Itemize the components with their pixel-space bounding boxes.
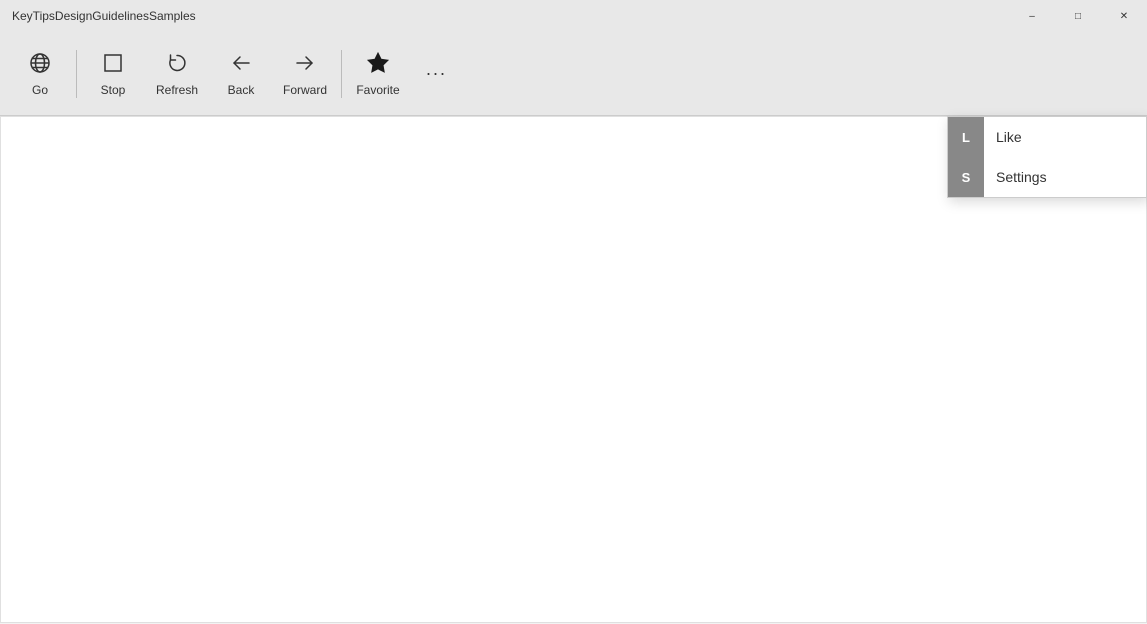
app-title: KeyTipsDesignGuidelinesSamples (12, 9, 196, 23)
title-bar: KeyTipsDesignGuidelinesSamples – □ ✕ (0, 0, 1147, 32)
maximize-button[interactable]: □ (1055, 0, 1101, 32)
like-label: Like (996, 129, 1022, 145)
like-menu-item[interactable]: L Like (948, 117, 1146, 157)
settings-keytip: S (948, 157, 984, 197)
separator-1 (76, 50, 77, 98)
stop-button[interactable]: Stop (81, 38, 145, 110)
window-controls: – □ ✕ (1009, 0, 1147, 32)
like-keytip: L (948, 117, 984, 157)
square-icon (101, 51, 125, 79)
dropdown-menu: L Like S Settings (947, 116, 1147, 198)
separator-2 (341, 50, 342, 98)
refresh-button[interactable]: Refresh (145, 38, 209, 110)
go-label: Go (32, 83, 48, 97)
more-button[interactable]: ··· (418, 56, 454, 92)
ellipsis-icon: ··· (426, 63, 447, 84)
stop-label: Stop (101, 83, 126, 97)
toolbar: Go Stop Refresh Back (0, 32, 1147, 116)
forward-icon (293, 51, 317, 79)
back-button[interactable]: Back (209, 38, 273, 110)
favorite-button[interactable]: Favorite (346, 38, 410, 110)
favorite-label: Favorite (356, 83, 399, 97)
close-button[interactable]: ✕ (1101, 0, 1147, 32)
go-button[interactable]: Go (8, 38, 72, 110)
settings-menu-item[interactable]: S Settings (948, 157, 1146, 197)
globe-icon (28, 51, 52, 79)
refresh-icon (165, 51, 189, 79)
forward-label: Forward (283, 83, 327, 97)
minimize-button[interactable]: – (1009, 0, 1055, 32)
back-icon (229, 51, 253, 79)
star-icon (366, 51, 390, 79)
settings-label: Settings (996, 169, 1047, 185)
refresh-label: Refresh (156, 83, 198, 97)
back-label: Back (228, 83, 255, 97)
forward-button[interactable]: Forward (273, 38, 337, 110)
